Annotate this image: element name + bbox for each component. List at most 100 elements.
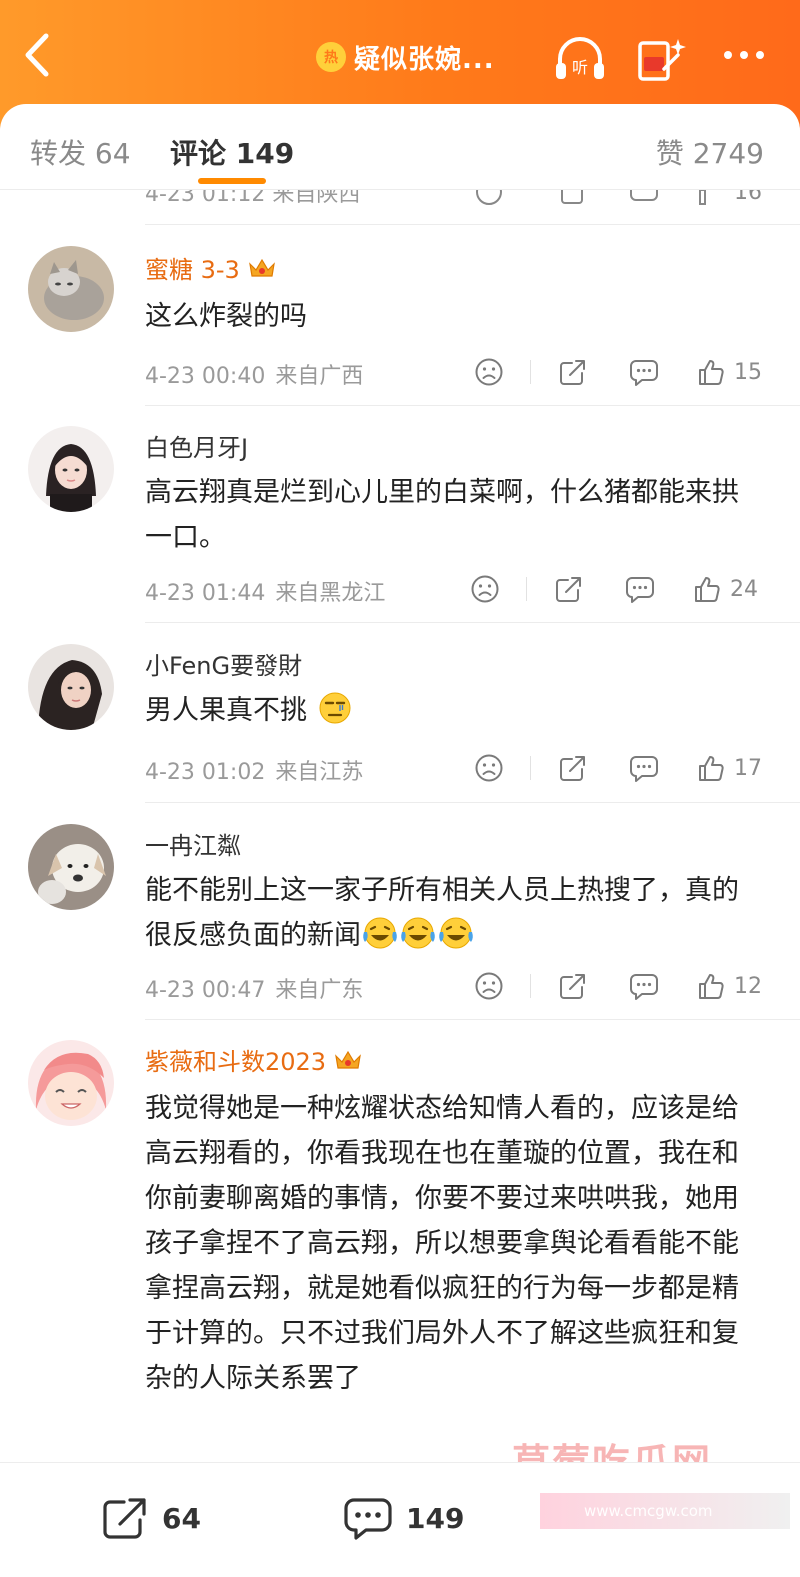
thumbs-up-icon — [695, 577, 720, 602]
frown-icon — [475, 972, 503, 1000]
comment-item[interactable]: 紫薇和斗数2023 我觉得她是一种炫耀状态给知情人看的，应该是给高云翔看的，你看… — [0, 1022, 800, 1462]
share-button[interactable] — [558, 190, 588, 210]
action-separator — [526, 577, 527, 601]
comment-location: 来自黑龙江 — [275, 581, 386, 606]
comment-text: 这么炸裂的吗 — [145, 301, 307, 332]
share-icon — [556, 577, 581, 602]
tab-repost[interactable]: 转发 64 — [30, 132, 131, 172]
dislike-button[interactable] — [470, 571, 500, 607]
comment-text: 男人果真不挑 — [145, 688, 352, 733]
comment-actions: 15 — [470, 354, 770, 390]
avatar[interactable] — [28, 246, 114, 332]
bottom-action-bar: 64 149 www.cmcgw.com — [0, 1462, 800, 1577]
bottom-share-button[interactable]: 64 — [100, 1493, 201, 1543]
comment-text: 我觉得她是一种炫耀状态给知情人看的，应该是给高云翔看的，你看我现在也在董璇的位置… — [145, 1093, 739, 1394]
dislike-button[interactable] — [474, 750, 504, 786]
chevron-left-icon — [25, 33, 49, 77]
dislike-button[interactable] — [474, 968, 504, 1004]
like-count: 16 — [734, 190, 762, 205]
share-count: 64 — [162, 1501, 201, 1535]
reply-button[interactable] — [628, 968, 660, 1004]
thumbs-up-icon — [699, 360, 724, 385]
row-divider — [145, 622, 800, 623]
like-button[interactable]: 17 — [696, 750, 762, 786]
username[interactable]: 一冉江粼 — [145, 826, 241, 861]
tab-active-indicator — [198, 178, 266, 184]
more-button[interactable] — [716, 33, 772, 83]
frown-icon — [475, 358, 503, 386]
share-icon — [103, 1498, 146, 1539]
like-count: 24 — [730, 576, 758, 602]
row-divider — [145, 405, 800, 406]
thumbs-up-icon — [699, 974, 724, 999]
share-button[interactable] — [558, 750, 588, 786]
avatar[interactable] — [28, 824, 114, 910]
action-separator — [530, 360, 531, 384]
bottom-comment-button[interactable]: 149 — [342, 1493, 464, 1543]
avatar[interactable] — [28, 644, 114, 730]
avatar-cartoon-image — [28, 1040, 114, 1126]
comment-time: 4-23 00:40 — [145, 364, 266, 389]
tab-like[interactable]: 赞 2749 — [656, 132, 764, 172]
reply-button[interactable] — [628, 354, 660, 390]
reply-button[interactable] — [624, 571, 656, 607]
comment-meta: 4-23 00:47 来自广东 — [145, 972, 363, 1004]
tab-bar: 转发 64 评论 149 赞 2749 — [0, 104, 800, 190]
comment-icon — [630, 974, 658, 1000]
avatar[interactable] — [28, 1040, 114, 1126]
like-count: 17 — [734, 755, 762, 781]
username[interactable]: 紫薇和斗数2023 — [145, 1042, 362, 1078]
share-icon — [561, 190, 583, 204]
vip-crown-icon — [248, 256, 276, 286]
comment-actions: 24 — [466, 571, 766, 607]
share-button[interactable] — [558, 354, 588, 390]
tab-comment[interactable]: 评论 149 — [170, 132, 294, 172]
username-text: 紫薇和斗数2023 — [145, 1048, 327, 1076]
comment-location: 来自江苏 — [275, 760, 364, 785]
comment-actions: 12 — [470, 968, 770, 1004]
more-dots-icon — [724, 51, 764, 59]
comment-icon — [626, 577, 654, 603]
comment-item[interactable]: 小FenG要發財 男人果真不挑 4-23 01:02 来自江苏 17 — [0, 626, 800, 802]
comment-item[interactable]: 一冉江粼 能不能别上这一家子所有相关人员上热搜了，真的很反感负面的新闻 4-23… — [0, 806, 800, 1020]
vip-crown-icon — [334, 1048, 362, 1078]
dislike-button[interactable] — [474, 190, 504, 210]
username[interactable]: 白色月牙J — [145, 428, 248, 463]
listen-button[interactable]: 听 — [552, 33, 608, 83]
thumbs-up-icon — [699, 190, 706, 205]
like-button[interactable]: 15 — [696, 354, 762, 390]
comment-meta: 4-23 01:44 来自黑龙江 — [145, 575, 385, 607]
username[interactable]: 小FenG要發財 — [145, 646, 302, 681]
comment-location: 来自广西 — [275, 364, 364, 389]
red-packet-button[interactable] — [634, 33, 690, 83]
comment-icon — [344, 1498, 392, 1540]
headphones-icon: 听 — [556, 37, 604, 79]
action-separator — [530, 756, 531, 780]
comment-meta: 4-23 00:40 来自广西 — [145, 358, 363, 390]
back-button[interactable] — [16, 30, 60, 80]
comment-text-body: 男人果真不挑 — [145, 695, 307, 726]
reply-button[interactable] — [628, 190, 660, 210]
action-separator — [530, 974, 531, 998]
hot-badge: 热 — [316, 42, 346, 72]
avatar-dog-image — [28, 824, 114, 910]
share-button[interactable] — [554, 571, 584, 607]
topic-title: 疑似张婉... — [354, 44, 495, 75]
share-button[interactable] — [558, 968, 588, 1004]
avatar[interactable] — [28, 426, 114, 512]
like-button[interactable]: 12 — [696, 968, 762, 1004]
row-divider — [145, 1019, 800, 1020]
avatar-woman-image — [28, 644, 114, 730]
username[interactable]: 蜜糖 3-3 — [145, 250, 276, 286]
comment-icon — [630, 360, 658, 386]
like-button[interactable]: 16 — [696, 190, 762, 210]
partial-comment-row: 4-23 01:12 来自陕西 16 — [0, 190, 800, 210]
reply-button[interactable] — [628, 750, 660, 786]
comment-item[interactable]: 蜜糖 3-3 这么炸裂的吗 4-23 00:40 来自广西 15 — [0, 228, 800, 406]
dislike-button[interactable] — [474, 354, 504, 390]
hot-topic-chip[interactable]: 热 疑似张婉... — [316, 40, 495, 75]
comment-time: 4-23 01:44 — [145, 581, 266, 606]
like-count: 12 — [734, 973, 762, 999]
like-button[interactable]: 24 — [692, 571, 758, 607]
comment-item[interactable]: 白色月牙J 高云翔真是烂到心儿里的白菜啊，什么猪都能来拱一口。 4-23 01:… — [0, 408, 800, 623]
